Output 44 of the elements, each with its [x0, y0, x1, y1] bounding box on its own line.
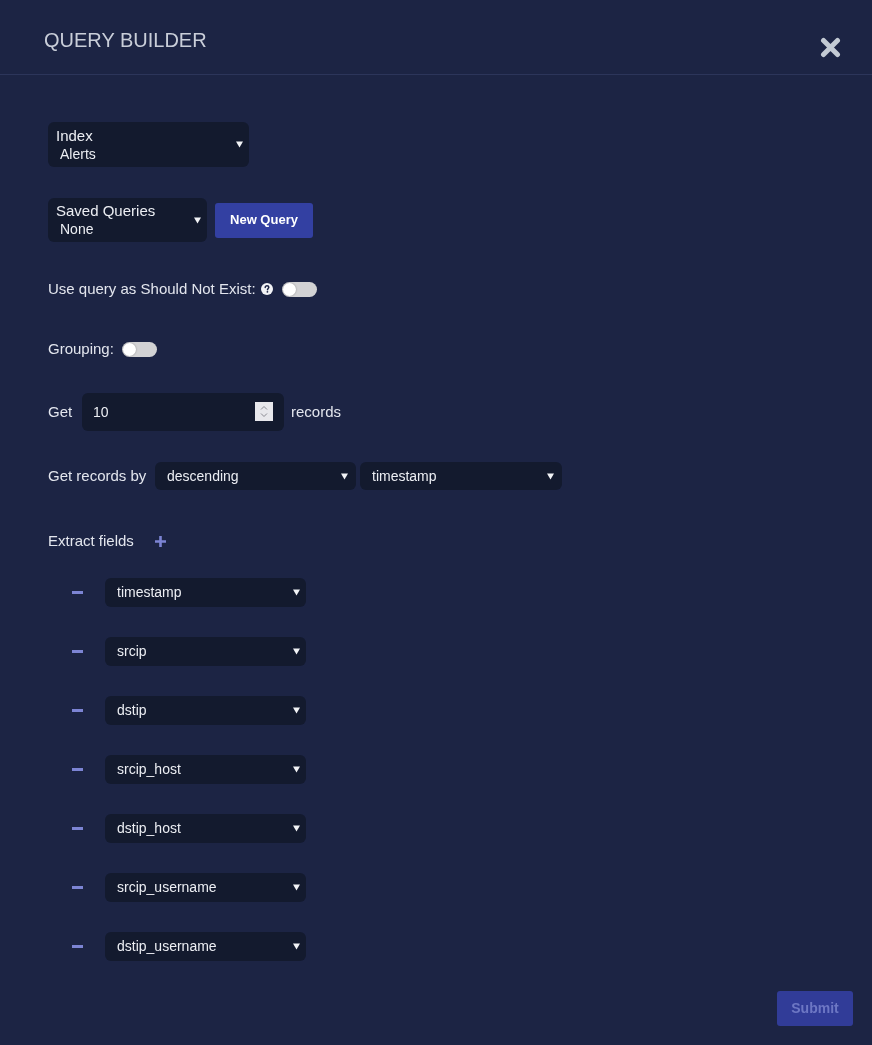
add-icon[interactable] — [155, 535, 166, 547]
dialog-title: QUERY BUILDER — [44, 28, 207, 52]
records-label: records — [291, 402, 342, 422]
caret-icon — [547, 472, 554, 480]
grouping-toggle[interactable] — [121, 341, 157, 357]
caret-icon — [293, 707, 300, 714]
remove-icon[interactable] — [72, 768, 83, 771]
caret-icon — [293, 943, 300, 950]
field-select[interactable]: srcip_host — [105, 755, 306, 784]
sort-field-select[interactable]: timestamp — [360, 462, 562, 490]
caret-icon — [293, 825, 300, 832]
field-select[interactable]: dstip_host — [105, 814, 306, 843]
record-count-input[interactable]: 10 — [82, 393, 284, 431]
caret-icon — [236, 141, 243, 148]
caret-icon — [194, 216, 201, 224]
field-select[interactable]: srcip_username — [105, 873, 306, 902]
caret-icon — [341, 472, 348, 480]
close-icon[interactable] — [820, 37, 841, 58]
sort-order-select[interactable]: descending — [155, 462, 356, 490]
caret-icon — [293, 589, 300, 596]
remove-icon[interactable] — [72, 591, 83, 594]
remove-icon[interactable] — [72, 709, 83, 712]
get-label: Get — [48, 402, 74, 422]
caret-icon — [293, 648, 300, 655]
field-select[interactable]: dstip_username — [105, 932, 306, 961]
caret-icon — [293, 884, 300, 891]
remove-icon[interactable] — [72, 945, 83, 948]
remove-icon[interactable] — [72, 827, 83, 830]
field-select[interactable]: dstip — [105, 696, 306, 725]
new-query-button[interactable]: New Query — [215, 202, 313, 238]
saved-queries-select[interactable]: Saved Queries None — [48, 198, 207, 242]
stepper-icon[interactable] — [255, 402, 273, 421]
caret-icon — [293, 766, 300, 773]
grouping-label: Grouping: — [48, 339, 114, 359]
help-icon[interactable] — [260, 283, 273, 295]
remove-icon[interactable] — [72, 886, 83, 889]
extract-fields-label: Extract fields — [48, 531, 135, 551]
should-not-exist-label: Use query as Should Not Exist: — [48, 279, 256, 299]
field-select[interactable]: srcip — [105, 637, 306, 666]
sort-label: Get records by — [48, 466, 148, 486]
index-select[interactable]: Index Alerts — [48, 122, 249, 167]
field-select[interactable]: timestamp — [105, 578, 306, 607]
should-not-exist-toggle[interactable] — [281, 281, 317, 297]
remove-icon[interactable] — [72, 650, 83, 653]
